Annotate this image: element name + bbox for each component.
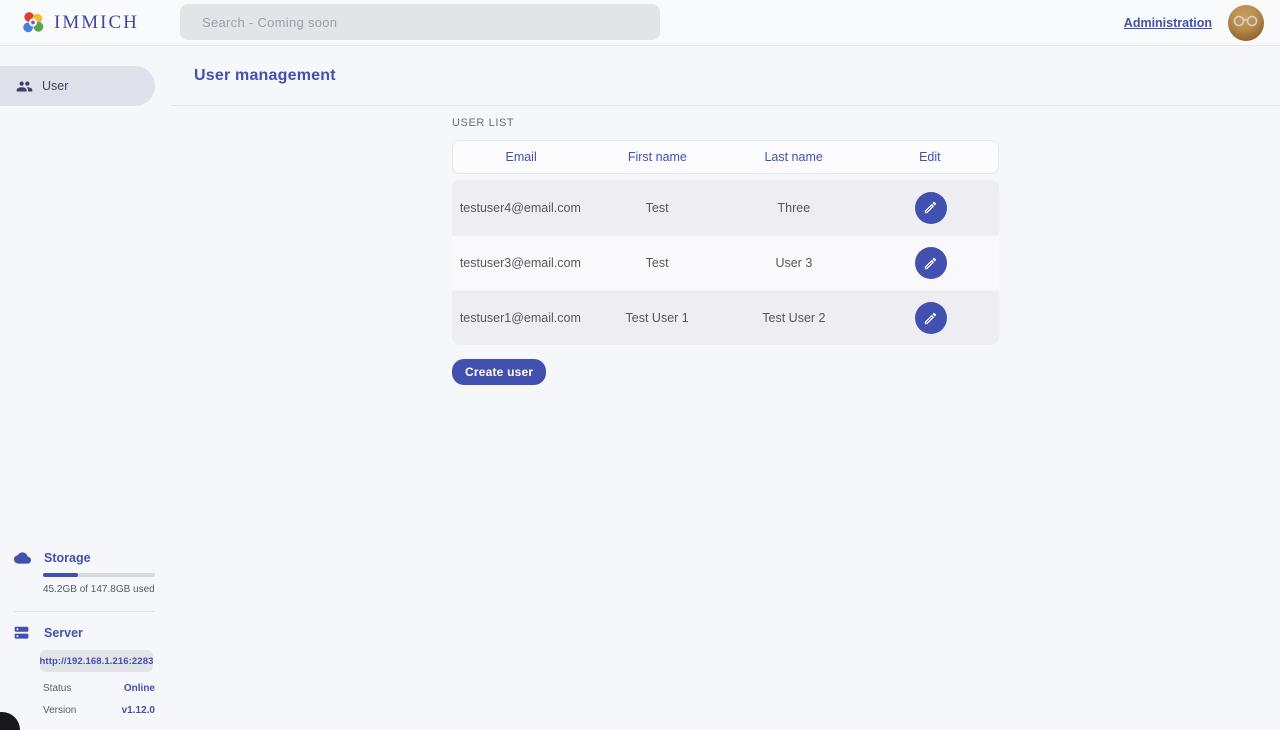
- administration-link[interactable]: Administration: [1124, 16, 1212, 30]
- user-list-heading: USER LIST: [452, 117, 1280, 129]
- version-value: v1.12.0: [122, 705, 155, 716]
- pencil-icon: [923, 256, 938, 271]
- server-title: Server: [44, 626, 83, 640]
- server-icon: [14, 626, 29, 640]
- sidebar: User Storage 45.2GB of 147.8GB used: [0, 46, 171, 730]
- edit-user-button[interactable]: [915, 247, 947, 279]
- search-input[interactable]: [180, 4, 660, 40]
- edit-user-button[interactable]: [915, 192, 947, 224]
- storage-progress-fill: [43, 573, 78, 577]
- page-title: User management: [194, 67, 336, 85]
- immich-logo-icon: [20, 10, 46, 36]
- column-header-last-name: Last name: [726, 150, 862, 164]
- table-header-row: Email First name Last name Edit: [452, 140, 999, 174]
- table-row: testuser4@email.com Test Three: [452, 180, 999, 235]
- users-icon: [16, 78, 33, 95]
- user-table: Email First name Last name Edit testuser…: [452, 140, 999, 385]
- sidebar-item-label: User: [42, 79, 68, 93]
- sidebar-divider: [14, 611, 155, 612]
- pencil-icon: [923, 311, 938, 326]
- sidebar-item-user[interactable]: User: [0, 66, 155, 106]
- page-title-bar: User management: [171, 46, 1280, 106]
- server-status-row: Status Online: [43, 683, 155, 694]
- cell-last-name: User 3: [726, 256, 863, 270]
- version-label: Version: [43, 705, 76, 716]
- table-row: testuser1@email.com Test User 1 Test Use…: [452, 290, 999, 345]
- table-row: testuser3@email.com Test User 3: [452, 235, 999, 290]
- server-section: Server http://192.168.1.216:2283 Status …: [0, 626, 171, 716]
- status-value: Online: [124, 683, 155, 694]
- cell-email: testuser1@email.com: [452, 311, 589, 325]
- brand-name: IMMICH: [54, 12, 139, 34]
- cell-last-name: Three: [726, 201, 863, 215]
- column-header-email: Email: [453, 150, 589, 164]
- user-avatar[interactable]: [1228, 5, 1264, 41]
- storage-usage-label: 45.2GB of 147.8GB used: [43, 584, 171, 595]
- brand[interactable]: IMMICH: [20, 10, 139, 36]
- edit-user-button[interactable]: [915, 302, 947, 334]
- cell-email: testuser3@email.com: [452, 256, 589, 270]
- column-header-first-name: First name: [589, 150, 725, 164]
- cell-email: testuser4@email.com: [452, 201, 589, 215]
- cell-first-name: Test: [589, 256, 726, 270]
- server-version-row: Version v1.12.0: [43, 705, 155, 716]
- create-user-button[interactable]: Create user: [452, 359, 546, 385]
- cell-last-name: Test User 2: [726, 311, 863, 325]
- column-header-edit: Edit: [862, 150, 998, 164]
- top-bar: IMMICH Administration: [0, 0, 1280, 46]
- storage-title: Storage: [44, 551, 91, 565]
- main-content: User management USER LIST Email First na…: [171, 46, 1280, 730]
- cell-first-name: Test: [589, 201, 726, 215]
- cell-first-name: Test User 1: [589, 311, 726, 325]
- pencil-icon: [923, 200, 938, 215]
- storage-section: Storage 45.2GB of 147.8GB used: [0, 551, 171, 595]
- glasses-icon: [1233, 15, 1259, 27]
- status-label: Status: [43, 683, 71, 694]
- server-url-badge: http://192.168.1.216:2283: [40, 650, 153, 672]
- cloud-icon: [14, 552, 31, 564]
- storage-progress: [43, 573, 155, 577]
